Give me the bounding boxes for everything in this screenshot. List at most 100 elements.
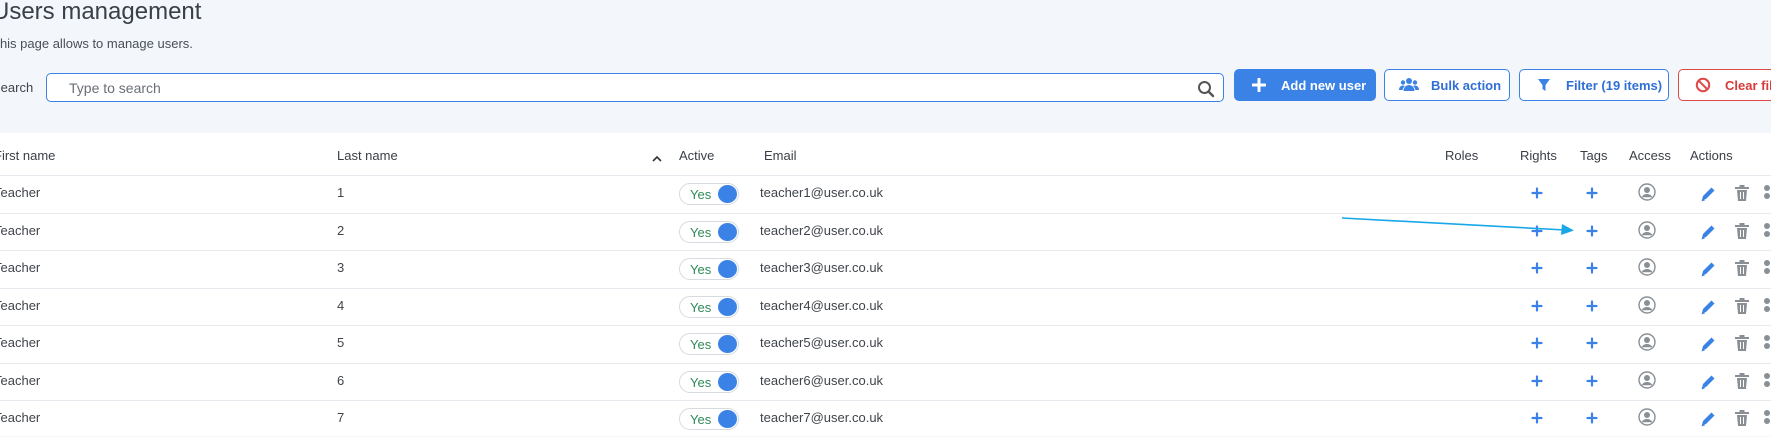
add-right-plus-icon[interactable]: [1530, 411, 1544, 425]
trash-icon[interactable]: [1734, 372, 1750, 395]
search-input[interactable]: [47, 74, 1223, 101]
more-icon[interactable]: [1763, 372, 1771, 395]
active-toggle[interactable]: Yes: [679, 183, 739, 205]
more-icon[interactable]: [1763, 222, 1771, 245]
add-tag-plus-icon[interactable]: [1585, 261, 1599, 275]
active-toggle[interactable]: Yes: [679, 220, 739, 243]
active-toggle[interactable]: Yes: [679, 408, 739, 430]
toggle-knob: [718, 260, 737, 278]
column-header-active[interactable]: Active: [679, 148, 714, 163]
pencil-icon[interactable]: [1699, 335, 1717, 358]
user-circle-icon[interactable]: [1638, 408, 1656, 431]
add-right-plus-icon[interactable]: [1530, 299, 1544, 313]
users-table: First name Last name Active Email Roles …: [0, 133, 1771, 436]
add-tag-plus-icon[interactable]: [1585, 299, 1599, 313]
pencil-icon[interactable]: [1699, 410, 1717, 433]
more-icon[interactable]: [1763, 334, 1771, 357]
add-right-plus-icon[interactable]: [1530, 186, 1544, 200]
users-group-icon: [1399, 76, 1419, 94]
active-toggle-label: Yes: [690, 374, 712, 390]
user-circle-icon[interactable]: [1638, 295, 1656, 319]
cell-last-name: 2: [337, 222, 345, 238]
search-label: Search: [0, 80, 34, 95]
pencil-icon[interactable]: [1699, 373, 1717, 396]
cell-email: teacher2@user.co.uk: [760, 222, 884, 238]
trash-icon[interactable]: [1734, 184, 1750, 207]
page-title: Users management: [0, 0, 202, 25]
more-icon[interactable]: [1763, 297, 1771, 320]
cell-first-name: Teacher: [0, 372, 41, 388]
trash-icon[interactable]: [1734, 334, 1750, 357]
column-header-tags: Tags: [1580, 148, 1608, 163]
add-right-plus-icon[interactable]: [1530, 336, 1544, 350]
cell-first-name: Teacher: [0, 185, 41, 200]
column-header-actions: Actions: [1690, 148, 1733, 163]
table-row: Teacher 4 Yes teacher4@user.co.uk: [0, 287, 1771, 325]
cell-email: teacher1@user.co.uk: [760, 185, 884, 200]
add-new-user-label: Add new user: [1281, 77, 1367, 93]
pencil-icon[interactable]: [1699, 260, 1717, 283]
pencil-icon[interactable]: [1699, 223, 1717, 246]
add-tag-plus-icon[interactable]: [1585, 186, 1599, 200]
toggle-knob: [718, 222, 737, 241]
user-circle-icon[interactable]: [1638, 220, 1656, 244]
clear-filters-label: Clear filters: [1725, 77, 1771, 93]
annotation-arrow: [1341, 217, 1574, 235]
toggle-knob: [718, 297, 737, 316]
active-toggle-label: Yes: [690, 299, 712, 315]
user-circle-icon[interactable]: [1638, 258, 1656, 281]
add-right-plus-icon[interactable]: [1530, 261, 1544, 275]
cell-email: teacher7@user.co.uk: [760, 410, 884, 425]
table-row: Teacher 1 Yes teacher1@user.co.uk: [0, 175, 1771, 212]
table-row: Teacher 7 Yes teacher7@user.co.uk: [0, 400, 1771, 437]
toggle-knob: [718, 410, 737, 428]
cell-email: teacher3@user.co.uk: [760, 260, 884, 275]
bulk-action-button[interactable]: Bulk action: [1384, 69, 1510, 101]
pencil-icon[interactable]: [1699, 298, 1717, 321]
more-icon[interactable]: [1763, 409, 1771, 432]
active-toggle[interactable]: Yes: [679, 333, 739, 355]
add-tag-plus-icon[interactable]: [1585, 374, 1599, 388]
cell-last-name: 4: [337, 297, 345, 313]
search-box: [46, 73, 1224, 102]
filter-button[interactable]: Filter (19 items): [1519, 69, 1669, 101]
ban-icon: [1693, 76, 1713, 94]
cell-email: teacher5@user.co.uk: [760, 335, 884, 350]
more-icon[interactable]: [1763, 184, 1771, 207]
column-header-rights: Rights: [1520, 148, 1557, 163]
active-toggle[interactable]: Yes: [679, 370, 739, 393]
add-tag-plus-icon[interactable]: [1585, 336, 1599, 350]
cell-last-name: 5: [337, 335, 345, 350]
trash-icon[interactable]: [1734, 222, 1750, 245]
user-circle-icon[interactable]: [1638, 333, 1656, 356]
more-icon[interactable]: [1763, 259, 1771, 282]
add-new-user-button[interactable]: Add new user: [1234, 69, 1376, 101]
user-circle-icon[interactable]: [1638, 370, 1656, 394]
column-header-access: Access: [1629, 148, 1671, 163]
page-subtitle: This page allows to manage users.: [0, 36, 193, 51]
table-row: Teacher 5 Yes teacher5@user.co.uk: [0, 325, 1771, 362]
toggle-knob: [718, 372, 737, 391]
cell-first-name: Teacher: [0, 410, 41, 425]
funnel-icon: [1534, 76, 1554, 94]
trash-icon[interactable]: [1734, 409, 1750, 432]
add-right-plus-icon[interactable]: [1530, 374, 1544, 388]
active-toggle[interactable]: Yes: [679, 295, 739, 318]
column-header-first-name[interactable]: First name: [0, 148, 55, 163]
trash-icon[interactable]: [1734, 259, 1750, 282]
column-header-email[interactable]: Email: [764, 148, 797, 163]
pencil-icon[interactable]: [1699, 185, 1717, 208]
column-header-last-name[interactable]: Last name: [337, 148, 398, 163]
search-icon[interactable]: [1197, 80, 1215, 98]
active-toggle[interactable]: Yes: [679, 258, 739, 280]
trash-icon[interactable]: [1734, 297, 1750, 320]
active-toggle-label: Yes: [690, 412, 712, 427]
chevron-up-icon[interactable]: [652, 150, 662, 168]
cell-last-name: 6: [337, 372, 345, 388]
user-circle-icon[interactable]: [1638, 183, 1656, 206]
toggle-knob: [718, 185, 737, 203]
add-tag-plus-icon[interactable]: [1585, 224, 1599, 238]
clear-filters-button[interactable]: Clear filters: [1678, 69, 1771, 101]
add-tag-plus-icon[interactable]: [1585, 411, 1599, 425]
cell-last-name: 7: [337, 410, 345, 425]
